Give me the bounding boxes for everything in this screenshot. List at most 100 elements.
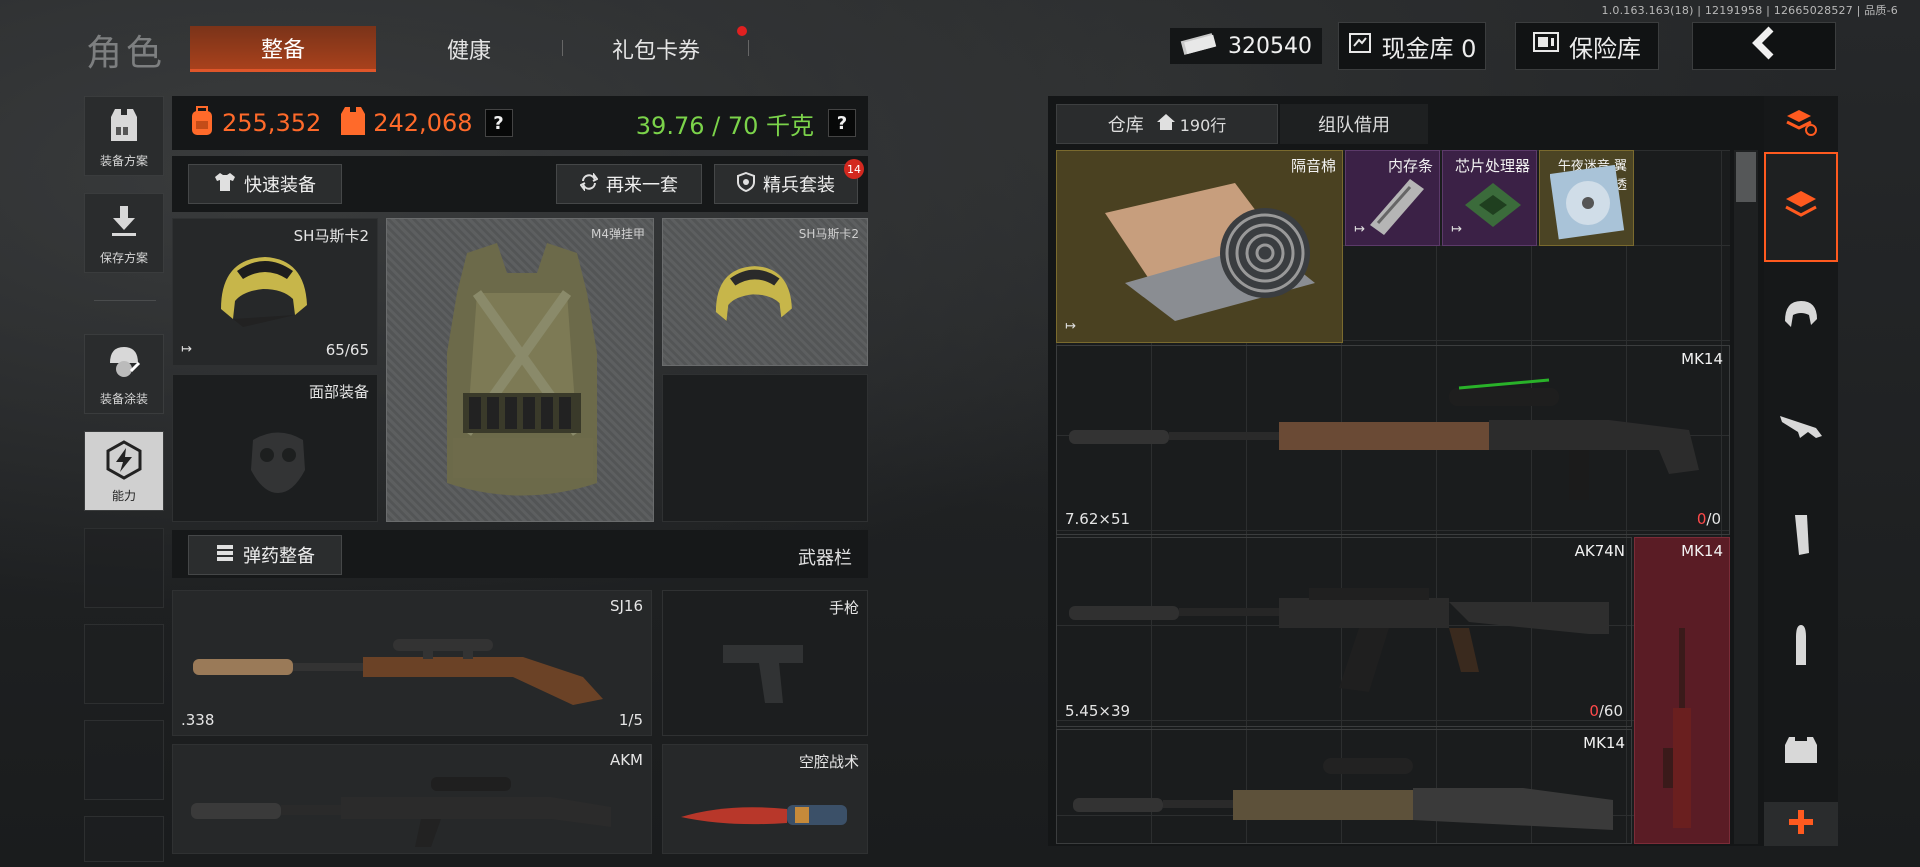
ak74n-rifle-icon (1069, 562, 1619, 706)
safe-vault-button[interactable]: 保险库 (1515, 22, 1659, 70)
storage-item-mk14-2[interactable]: MK14 (1056, 729, 1632, 844)
tab-storage[interactable]: 仓库 190行 (1056, 104, 1278, 144)
stack-icon (1782, 187, 1820, 227)
help-button[interactable]: ? (484, 109, 513, 137)
redo-label: 再来一套 (606, 175, 678, 196)
sniper-rifle-icon (193, 627, 633, 711)
magazine-icon (1789, 513, 1813, 561)
tab-equip[interactable]: 整备 (190, 26, 376, 72)
storage-item-disc[interactable]: 午夜迷音 翼透 (1539, 150, 1634, 246)
lightning-icon (104, 440, 144, 483)
category-magazine[interactable] (1764, 482, 1838, 592)
sidebar-paint[interactable]: 装备涂装 (84, 334, 164, 414)
pistol-slot[interactable]: 手枪 (662, 590, 868, 736)
tab-gift-cards[interactable]: 礼包卡券 (590, 26, 722, 72)
category-add[interactable] (1764, 802, 1838, 846)
item-action-icon[interactable]: ↦ (1354, 222, 1365, 237)
category-all[interactable] (1764, 152, 1838, 262)
divider (94, 300, 156, 301)
armor-vest-icon (427, 233, 617, 517)
sidebar-save-plan[interactable]: 保存方案 (84, 193, 164, 273)
empty-slot (662, 374, 868, 522)
item-action-icon[interactable]: ↦ (1451, 222, 1462, 237)
item-ammo: 0/60 (1589, 702, 1623, 720)
storage-item-ram[interactable]: 内存条 ↦ (1345, 150, 1440, 246)
item-action-icon[interactable]: ↦ (1065, 319, 1076, 334)
primary-weapon-slot[interactable]: SJ16 .338 1/5 (172, 590, 652, 736)
chip-icon (1457, 175, 1527, 239)
category-sort[interactable] (1764, 96, 1838, 152)
item-name: 内存条 (1387, 157, 1433, 175)
quick-equip-label: 快速装备 (244, 175, 316, 196)
ram-icon (1360, 175, 1430, 239)
cash-icon (1180, 31, 1218, 61)
download-icon (109, 204, 139, 241)
mk14-rifle-icon (1073, 740, 1623, 854)
armor-slot[interactable]: M4弹挂甲 (386, 218, 654, 522)
helmet-icon (213, 249, 313, 339)
vault-icon (1348, 31, 1372, 61)
helmet-paint-icon (105, 343, 143, 384)
home-icon (1156, 113, 1176, 136)
stack-refresh-icon (1783, 106, 1819, 142)
storage-item-soundproof[interactable]: 隔音棉 ↦ (1056, 150, 1343, 343)
helmet-name: SH马斯卡2 (293, 227, 369, 245)
secondary-weapon-slot[interactable]: AKM (172, 744, 652, 854)
face-slot[interactable]: 面部装备 (172, 374, 378, 522)
knife-icon (677, 795, 857, 839)
category-armor[interactable] (1764, 702, 1838, 802)
tab-separator (748, 40, 749, 56)
sidebar-ability[interactable]: 能力 (84, 431, 164, 511)
item-name: AK74N (1574, 542, 1625, 560)
cash-vault-button[interactable]: 现金库 0 (1338, 22, 1486, 70)
ammo-max: /60 (1598, 702, 1623, 720)
vest-icon (107, 107, 141, 146)
storage-item-mk14-vertical[interactable]: MK14 (1634, 537, 1730, 844)
primary-weapon-name: SJ16 (609, 597, 643, 615)
redo-button[interactable]: 再来一套 (556, 164, 702, 204)
item-name: MK14 (1681, 542, 1723, 560)
back-button[interactable] (1692, 22, 1836, 70)
pistol-icon (719, 637, 809, 711)
scrollbar-track[interactable] (1734, 150, 1758, 844)
mk14-rifle-icon (1069, 370, 1709, 514)
safe-label: 保险库 (1569, 34, 1641, 63)
helmet-alt-slot[interactable]: SH马斯卡2 (662, 218, 868, 366)
weapon-bar-label: 武器栏 (798, 548, 852, 569)
quick-equip-button[interactable]: 快速装备 (188, 164, 342, 204)
melee-weapon-name: 空腔战术 (798, 753, 859, 771)
ammo-max: /0 (1706, 510, 1721, 528)
category-rifle[interactable] (1764, 372, 1838, 482)
category-ammo[interactable] (1764, 592, 1838, 702)
sidebar-loadout-plans[interactable]: 装备方案 (84, 96, 164, 176)
unequip-icon[interactable]: ↦ (181, 342, 192, 357)
elite-set-label: 精兵套装 (763, 175, 835, 196)
tab-team-borrow[interactable]: 组队借用 (1280, 104, 1428, 144)
elite-badge: 14 (844, 159, 864, 179)
ammo-icon (1788, 623, 1814, 671)
sidebar-empty-slot (84, 624, 164, 704)
primary-ammo: 1/5 (618, 711, 643, 729)
ammo-icon (215, 544, 235, 567)
category-helmet[interactable] (1764, 262, 1838, 372)
scrollbar-thumb[interactable] (1736, 152, 1756, 202)
stats-bar: 255,352 242,068 ? 39.76 / 70 千克 ? (172, 96, 868, 150)
elite-set-button[interactable]: 精兵套装 (714, 164, 858, 204)
tab-health[interactable]: 健康 (398, 26, 540, 72)
sidebar-label: 保存方案 (99, 251, 148, 265)
weight-help-button[interactable]: ? (828, 109, 856, 137)
storage-item-mk14[interactable]: MK14 7.62×51 0/0 (1056, 345, 1730, 535)
version-text: 1.0.163.163(18) | 12191958 | 12665028527… (1601, 4, 1898, 17)
helmet-icon (708, 259, 798, 339)
storage-item-chip[interactable]: 芯片处理器 ↦ (1442, 150, 1537, 246)
helmet-slot[interactable]: SH马斯卡2 ↦ 65/65 (172, 218, 378, 366)
foam-roll-icon (1085, 173, 1321, 327)
ammo-equip-button[interactable]: 弹药整备 (188, 535, 342, 575)
storage-item-ak74n[interactable]: AK74N 5.45×39 0/60 (1056, 537, 1632, 727)
storage-tab-label: 仓库 (1107, 115, 1144, 136)
sidebar-empty-slot (84, 720, 164, 800)
page-title: 角色 (86, 33, 167, 74)
melee-slot[interactable]: 空腔战术 (662, 744, 868, 854)
helmet-alt-name: SH马斯卡2 (798, 227, 859, 241)
rifle-icon (1778, 410, 1824, 444)
